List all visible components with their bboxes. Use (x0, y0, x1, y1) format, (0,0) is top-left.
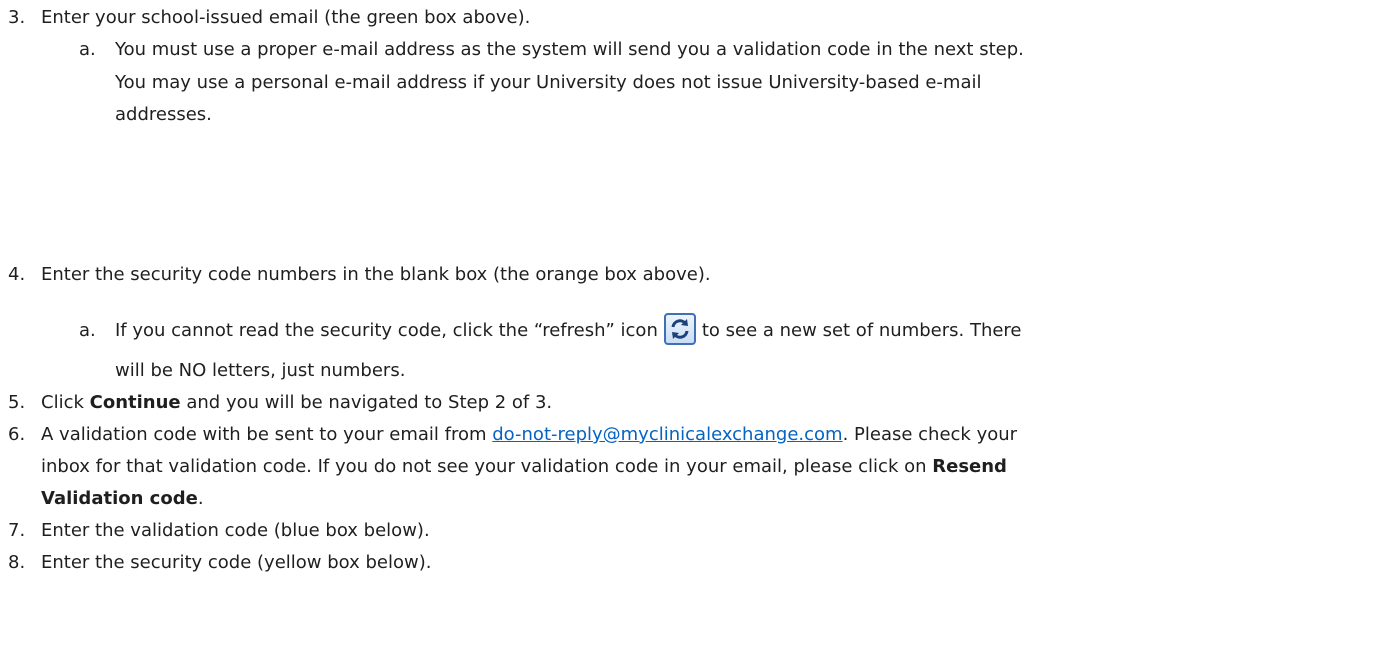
step-6-line-1-after: . Please check your (842, 424, 1018, 445)
step-5-before: Click (41, 392, 90, 413)
step-3a-letter: a. (79, 39, 96, 60)
step-4a-line-1-after: to see a new set of numbers. There (701, 320, 1022, 341)
step-7-text: Enter the validation code (blue box belo… (41, 520, 430, 541)
step-3a-line-1: You must use a proper e-mail address as … (115, 39, 1024, 60)
step-4a-line-1-before: If you cannot read the security code, cl… (115, 320, 658, 341)
step-6-line-3-after: . (197, 488, 204, 509)
resend-label: Resend (932, 456, 1007, 477)
step-3a-line-3: addresses. (115, 104, 212, 125)
step-3-number: 3. (8, 7, 26, 28)
step-8-number: 8. (8, 552, 26, 573)
step-4-number: 4. (8, 264, 26, 285)
step-4a-letter: a. (79, 320, 96, 341)
continue-label: Continue (89, 392, 181, 413)
step-3-text: Enter your school-issued email (the gree… (41, 7, 531, 28)
step-5-number: 5. (8, 392, 26, 413)
step-5-text: Click Continue and you will be navigated… (41, 391, 552, 417)
step-6-line-2: inbox for that validation code. If you d… (41, 455, 1007, 481)
step-7-number: 7. (8, 520, 26, 541)
step-6-line-1-before: A validation code with be sent to your e… (41, 424, 493, 445)
step-4-text: Enter the security code numbers in the b… (41, 264, 711, 285)
step-3a-line-2: You may use a personal e-mail address if… (115, 72, 982, 93)
validation-code-label: Validation code (41, 488, 198, 509)
step-6-line-1: A validation code with be sent to your e… (41, 423, 1017, 449)
email-link[interactable]: do-not-reply@myclinicalexchange.com (492, 424, 842, 445)
step-4a-line-2: will be NO letters, just numbers. (115, 360, 406, 381)
step-4a-line-1: If you cannot read the security code, cl… (115, 311, 1022, 351)
step-3: 3. (8, 6, 25, 32)
step-6-line-3: Validation code. (41, 487, 204, 513)
step-6-line-2-before: inbox for that validation code. If you d… (41, 456, 933, 477)
step-5-after: and you will be navigated to Step 2 of 3… (180, 392, 553, 413)
refresh-icon[interactable] (663, 313, 696, 345)
step-8-text: Enter the security code (yellow box belo… (41, 552, 432, 573)
step-6-number: 6. (8, 424, 26, 445)
